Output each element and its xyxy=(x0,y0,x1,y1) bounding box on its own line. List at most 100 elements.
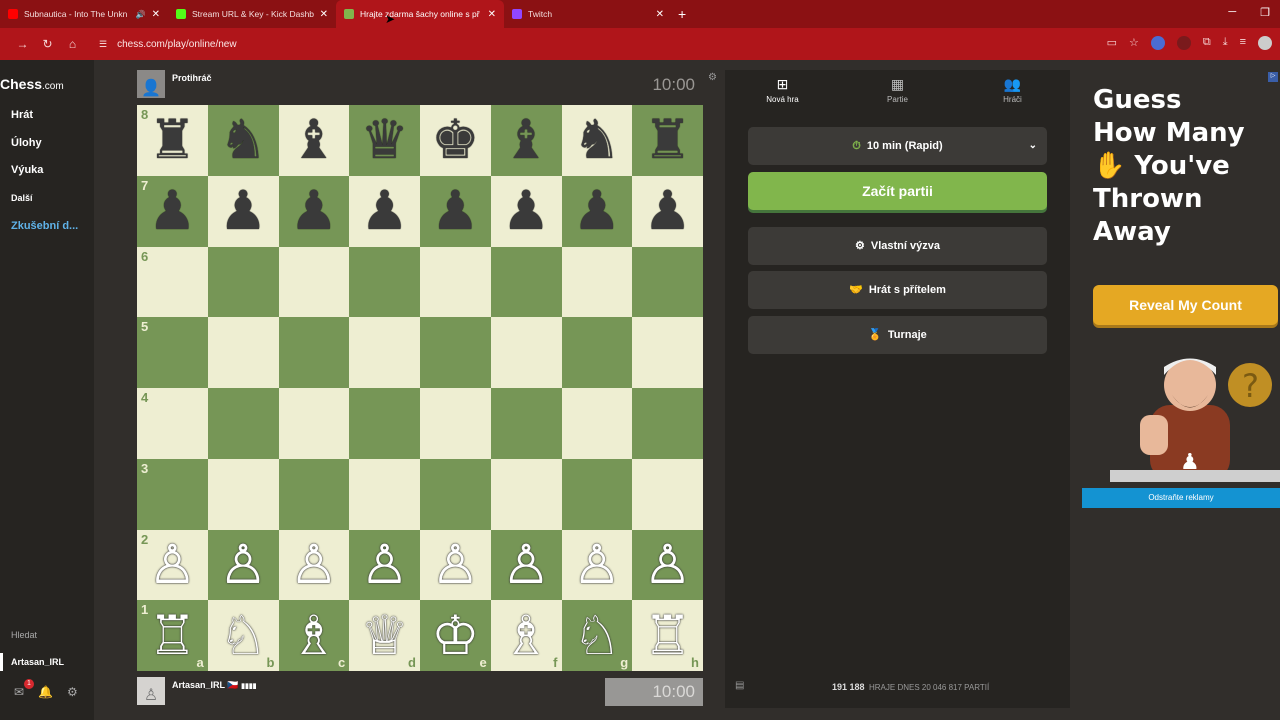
sidebar-search[interactable]: Hledat xyxy=(11,630,37,640)
chess-piece[interactable]: ♞ xyxy=(573,113,621,167)
board-square-f3[interactable] xyxy=(490,458,562,530)
chess-piece[interactable]: ♙ xyxy=(643,537,691,592)
board-square-c5[interactable] xyxy=(278,317,350,388)
chess-piece[interactable]: ♝ xyxy=(290,113,338,167)
board-square-f5[interactable] xyxy=(490,317,562,388)
board-square-e8[interactable]: ♚ xyxy=(420,105,491,176)
chess-piece[interactable]: ♙ xyxy=(431,537,479,592)
chess-piece[interactable]: ♙ xyxy=(290,537,338,592)
sidebar-username[interactable]: Artasan_IRL xyxy=(0,653,94,671)
close-icon[interactable]: ✕ xyxy=(152,9,160,20)
chess-piece[interactable]: ♔ xyxy=(431,608,479,663)
board-square-e3[interactable] xyxy=(420,458,491,530)
board-square-a1[interactable]: ♖ 1 a xyxy=(137,600,208,671)
time-control-select[interactable]: ⏱ 10 min (Rapid) ⌄ xyxy=(748,127,1047,165)
extension-icon[interactable] xyxy=(1176,36,1191,50)
cast-icon[interactable]: ▭ xyxy=(1107,36,1117,50)
board-square-h7[interactable]: ♟ xyxy=(632,175,703,247)
board-square-e4[interactable] xyxy=(420,388,491,459)
board-square-e2[interactable]: ♙ xyxy=(420,529,491,601)
board-square-h1[interactable]: ♖ h xyxy=(632,600,703,671)
board-square-d4[interactable] xyxy=(349,388,420,459)
board-square-d1[interactable]: ♕ d xyxy=(349,600,420,671)
board-square-a8[interactable]: ♜ 8 xyxy=(137,105,208,176)
chess-piece[interactable]: ♕ xyxy=(360,608,408,663)
board-square-b2[interactable]: ♙ xyxy=(207,529,279,601)
board-square-c3[interactable] xyxy=(278,458,350,530)
chess-piece[interactable]: ♟ xyxy=(573,184,621,238)
board-square-b3[interactable] xyxy=(207,458,279,530)
chess-piece[interactable]: ♜ xyxy=(643,113,691,167)
chess-piece[interactable]: ♞ xyxy=(219,113,267,167)
board-square-e7[interactable]: ♟ xyxy=(420,175,491,247)
new-tab-icon[interactable]: + xyxy=(678,6,686,22)
bell-icon[interactable]: 🔔 xyxy=(38,685,53,699)
chess-piece[interactable]: ♙ xyxy=(148,537,196,592)
board-square-g6[interactable] xyxy=(561,246,633,318)
board-square-c2[interactable]: ♙ xyxy=(278,529,350,601)
reload-icon[interactable]: ↻ xyxy=(35,37,60,51)
ad-info-icon[interactable]: ▷ xyxy=(1268,72,1278,82)
board-square-b1[interactable]: ♘ b xyxy=(207,600,279,671)
board-square-b6[interactable] xyxy=(207,246,279,318)
browser-tab-subnautica[interactable]: Subnautica - Into The Unkn 🔊 ✕ xyxy=(0,0,168,28)
board-square-b4[interactable] xyxy=(207,388,279,459)
chess-piece[interactable]: ♘ xyxy=(219,608,267,663)
chess-piece[interactable]: ♗ xyxy=(290,608,338,663)
chess-piece[interactable]: ♟ xyxy=(360,184,408,238)
board-square-f1[interactable]: ♗ f xyxy=(490,600,562,671)
board-square-c6[interactable] xyxy=(278,246,350,318)
ad-cta-button[interactable]: Reveal My Count xyxy=(1093,285,1278,325)
board-square-h5[interactable] xyxy=(632,317,703,388)
profile-avatar-icon[interactable] xyxy=(1258,36,1272,50)
board-square-b8[interactable]: ♞ xyxy=(207,105,279,176)
board-square-a4[interactable]: 4 xyxy=(137,388,208,459)
board-square-g2[interactable]: ♙ xyxy=(561,529,633,601)
chess-piece[interactable]: ♟ xyxy=(431,184,479,238)
board-square-b7[interactable]: ♟ xyxy=(207,175,279,247)
board-settings-icon[interactable]: ⚙ xyxy=(708,72,717,83)
board-square-c8[interactable]: ♝ xyxy=(278,105,350,176)
sidebar-item-play[interactable]: Hrát xyxy=(11,109,33,121)
board-square-a6[interactable]: 6 xyxy=(137,246,208,318)
board-square-f6[interactable] xyxy=(490,246,562,318)
reading-list-icon[interactable]: ≡ xyxy=(1240,36,1246,50)
chess-piece[interactable]: ♛ xyxy=(360,113,408,167)
board-square-h2[interactable]: ♙ xyxy=(632,529,703,601)
board-square-f2[interactable]: ♙ xyxy=(490,529,562,601)
browser-tab-kick[interactable]: Stream URL & Key - Kick Dashb ✕ xyxy=(168,0,336,28)
start-game-button[interactable]: Začít partii xyxy=(748,172,1047,210)
board-square-g8[interactable]: ♞ xyxy=(561,105,633,176)
chess-piece[interactable]: ♙ xyxy=(573,537,621,592)
board-square-g1[interactable]: ♘ g xyxy=(561,600,633,671)
board-square-c1[interactable]: ♗ c xyxy=(278,600,350,671)
board-square-g4[interactable] xyxy=(561,388,633,459)
board-square-b5[interactable] xyxy=(207,317,279,388)
board-square-a3[interactable]: 3 xyxy=(137,458,208,530)
tab-players[interactable]: 👥 Hráči xyxy=(955,70,1070,114)
chess-piece[interactable]: ♖ xyxy=(148,608,196,663)
chess-piece[interactable]: ♝ xyxy=(502,113,550,167)
board-square-f7[interactable]: ♟ xyxy=(490,175,562,247)
chess-piece[interactable]: ♗ xyxy=(502,608,550,663)
board-square-a5[interactable]: 5 xyxy=(137,317,208,388)
minimize-icon[interactable]: ─ xyxy=(1228,6,1236,19)
board-square-h6[interactable] xyxy=(632,246,703,318)
chess-piece[interactable]: ♟ xyxy=(148,184,196,238)
board-square-e5[interactable] xyxy=(420,317,491,388)
board-square-a7[interactable]: ♟ 7 xyxy=(137,175,208,247)
tab-games[interactable]: ▦ Partie xyxy=(840,70,955,114)
puzzle-icon[interactable]: ⧉ xyxy=(1203,36,1211,50)
close-icon[interactable]: ✕ xyxy=(488,9,496,20)
board-square-f4[interactable] xyxy=(490,388,562,459)
tab-new-game[interactable]: ⊞ Nová hra xyxy=(725,70,840,114)
board-square-g5[interactable] xyxy=(561,317,633,388)
chat-icon[interactable]: ▤ xyxy=(735,680,744,691)
chess-piece[interactable]: ♟ xyxy=(643,184,691,238)
chess-piece[interactable]: ♟ xyxy=(219,184,267,238)
chess-board[interactable]: ♜ 8 ♞ ♝ ♛ ♚ ♝ ♞ ♜ ♟ 7 ♟ ♟ ♟ ♟ ♟ ♟ ♟ 6 5 4 3 ♙ 2 ♙ ♙ ♙ ♙ ♙ ♙ ♙ ♖ 1 a ♘ b ♗ c ♕ d… xyxy=(137,105,703,671)
play-friend-button[interactable]: 🤝 Hrát s přítelem xyxy=(748,271,1047,309)
board-square-g3[interactable] xyxy=(561,458,633,530)
sidebar-item-puzzles[interactable]: Úlohy xyxy=(11,137,42,149)
chess-piece[interactable]: ♘ xyxy=(573,608,621,663)
